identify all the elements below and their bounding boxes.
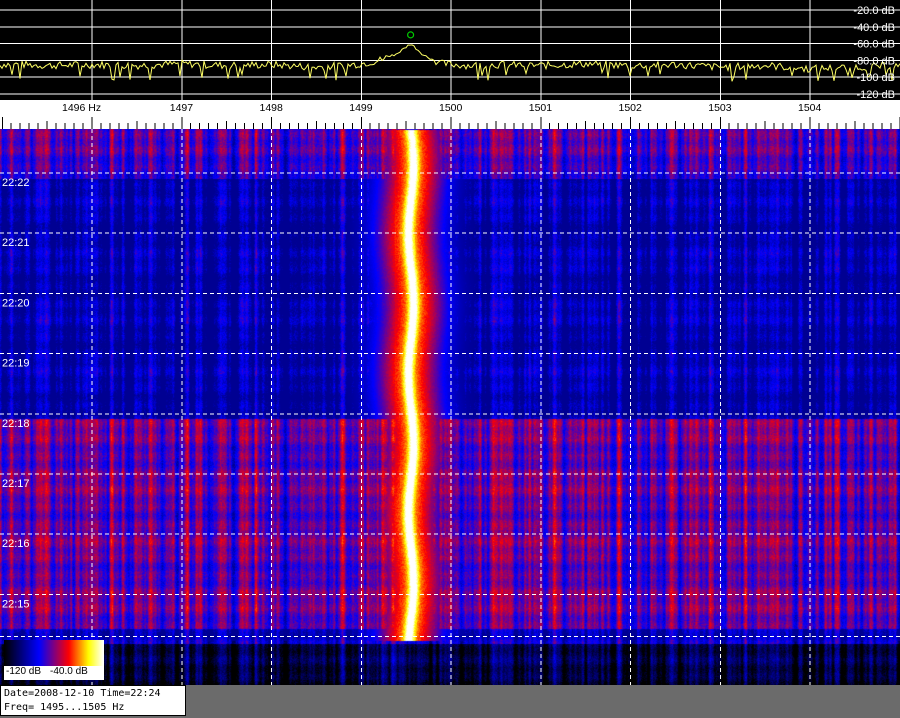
spectrum-db-label: -120 dB [856, 89, 895, 100]
waterfall-panel: 22:22 22:21 22:20 22:19 22:18 22:17 22:16 22:15 [0, 129, 900, 685]
color-scale-min-label: -120 dB [6, 666, 42, 677]
time-tick-label: 22:17 [2, 478, 30, 490]
time-tick-label: 22:16 [2, 538, 30, 550]
time-tick-label: 22:22 [2, 177, 30, 189]
time-tick-label: 22:18 [2, 418, 30, 430]
status-date-time: Date=2008-12-10 Time=22:24 [4, 688, 161, 699]
frequency-tick-label: 1496 Hz [62, 102, 101, 114]
spectrum-chart: -20.0 dB -40.0 dB -60.0 dB -80.0 dB -100 dB -… [0, 0, 900, 101]
frequency-tick-label: 1501 [529, 102, 553, 114]
spectrum-db-label: -80.0 dB [853, 55, 895, 67]
status-bar: Date=2008-12-10 Time=22:24 Freq= 1495...… [0, 685, 900, 718]
frequency-axis-chart: 1496 Hz 1497 1498 1499 1500 1501 1502 1503 1504 [1, 102, 900, 129]
waterfall-grid: 22:22 22:21 22:20 22:19 22:18 22:17 22:16 22:15 [0, 129, 900, 685]
frequency-tick-label: 1497 [170, 102, 194, 114]
color-scale-labels: -120 dB -40.0 dB [4, 666, 104, 680]
status-frequency-range: Freq= 1495...1505 Hz [4, 702, 125, 713]
spectrum-trace [0, 44, 900, 82]
time-tick-label: 22:20 [2, 297, 30, 309]
color-scale-gradient [4, 640, 104, 666]
frequency-tick-label: 1498 [260, 102, 284, 114]
frequency-tick-label: 1503 [708, 102, 732, 114]
color-scale-max-label: -40.0 dB [50, 666, 88, 677]
status-info-box: Date=2008-12-10 Time=22:24 Freq= 1495...… [0, 685, 186, 716]
frequency-tick-label: 1502 [619, 102, 643, 114]
time-tick-label: 22:15 [2, 598, 30, 610]
frequency-axis: 1496 Hz 1497 1498 1499 1500 1501 1502 1503 1504 [0, 100, 900, 129]
time-tick-label: 22:19 [2, 358, 30, 370]
spectrum-db-label: -100 dB [856, 72, 895, 84]
spectrum-db-label: -20.0 dB [853, 5, 895, 17]
color-scale-legend: -120 dB -40.0 dB [4, 640, 104, 680]
time-tick-label: 22:21 [2, 237, 30, 249]
spectrum-db-label: -60.0 dB [853, 39, 895, 51]
spectrum-db-label: -40.0 dB [853, 22, 895, 34]
spectrum-panel: -20.0 dB -40.0 dB -60.0 dB -80.0 dB -100 dB -… [0, 0, 900, 101]
peak-marker [407, 31, 415, 39]
frequency-tick-label: 1504 [798, 102, 822, 114]
frequency-tick-label: 1500 [439, 102, 463, 114]
frequency-tick-label: 1499 [349, 102, 373, 114]
